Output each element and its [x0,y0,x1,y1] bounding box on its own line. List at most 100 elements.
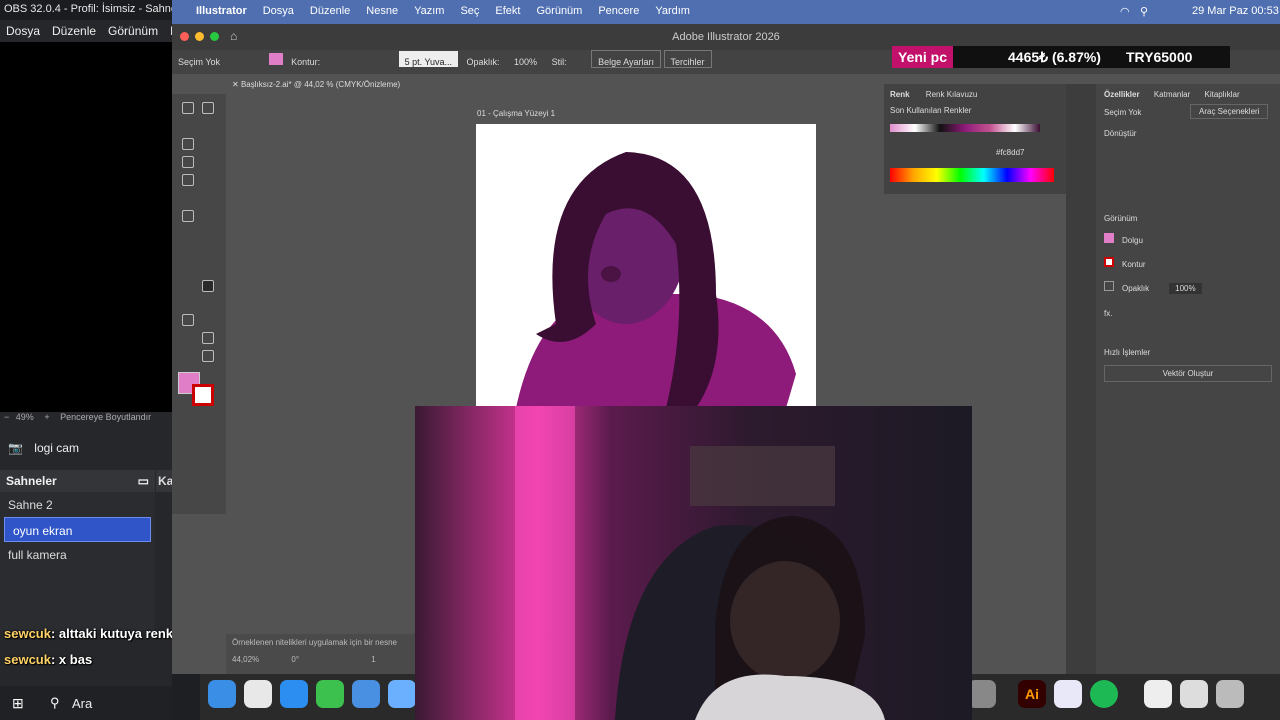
tools-panel [172,94,226,514]
obs-menu-file[interactable]: Dosya [0,20,46,38]
illustrator-icon[interactable]: Ai [1018,680,1046,708]
app-menu[interactable]: Illustrator [188,0,255,17]
messages-icon[interactable] [316,680,344,708]
menu-type[interactable]: Yazım [406,0,452,17]
obs-menu-more[interactable]: P [164,20,172,38]
direct-selection-tool-icon[interactable] [202,102,214,114]
zoom-in-button[interactable]: + [36,412,57,422]
chat-user: sewcuk [4,626,51,641]
scene-item-selected[interactable]: oyun ekran [4,517,151,542]
hand-tool-icon[interactable] [202,332,214,344]
eyedropper-tool-icon[interactable] [202,280,214,292]
app-store-icon[interactable] [388,680,416,708]
document-icon[interactable] [1144,680,1172,708]
finder-icon[interactable] [208,680,236,708]
menu-select[interactable]: Seç [452,0,487,17]
preferences-button[interactable]: Tercihler [663,50,712,68]
selection-tool-icon[interactable] [182,102,194,114]
clock: 29 Mar Paz 00:53 [1192,5,1279,17]
obs-source-item[interactable]: 📷 logi cam [0,436,172,460]
artboard[interactable] [476,124,816,408]
zoom-window-button[interactable] [210,32,219,41]
trash-icon[interactable] [1216,680,1244,708]
app-icon[interactable] [1054,680,1082,708]
hex-text: fc8dd7 [1000,148,1025,157]
windows-start-icon[interactable]: ⊞ [12,695,24,712]
obs-window: OBS 32.0.4 - Profil: İsimsiz - Sahneler … [0,0,172,720]
menu-view[interactable]: Görünüm [528,0,590,17]
graph-tool-icon[interactable] [182,314,194,326]
color-panel: Renk Renk Kılavuzu Son Kullanılan Renkle… [884,84,1066,194]
status-page[interactable]: 1 [371,655,375,664]
document-settings-button[interactable]: Belge Ayarları [591,50,661,68]
tool-options-button[interactable]: Araç Seçenekleri [1190,104,1269,119]
menu-help[interactable]: Yardım [647,0,698,17]
recent-colors-label: Son Kullanılan Renkler [890,106,972,115]
apple-icon[interactable] [172,9,188,14]
stroke-color-swatch[interactable] [192,384,214,406]
mail-icon[interactable] [352,680,380,708]
settings-icon[interactable] [968,680,996,708]
status-zoom[interactable]: 44,02% [232,655,259,664]
fill-label: Dolgu [1122,236,1143,245]
tab-libraries[interactable]: Kitaplıklar [1205,90,1240,99]
tab-color-guide[interactable]: Renk Kılavuzu [926,90,978,99]
launchpad-icon[interactable] [244,680,272,708]
taskbar-search-label[interactable]: Ara [72,696,92,711]
zoom-fit-button[interactable]: Pencereye Boyutlandır [60,412,151,422]
transform-heading: Dönüştür [1104,129,1137,138]
zoom-tool-icon[interactable] [202,350,214,362]
opacity-value[interactable]: 100% [1169,283,1202,294]
close-tab-icon[interactable]: ✕ [232,80,241,89]
zoom-level: 49% [15,412,34,422]
style-label: Stil: [551,57,567,67]
vectorize-button[interactable]: Vektör Oluştur [1104,365,1272,382]
search-icon[interactable]: ⚲ [1132,0,1156,18]
zoom-out-button[interactable]: − [0,412,13,422]
brush-select[interactable]: 5 pt. Yuva... [398,51,458,67]
menu-edit[interactable]: Düzenle [302,0,358,17]
color-spectrum[interactable] [890,168,1054,182]
opacity-label: Opaklık: [466,57,500,67]
home-icon[interactable]: ⌂ [230,29,237,43]
chat-text: : x bas [50,652,93,667]
pen-tool-icon[interactable] [182,138,194,150]
tab-color[interactable]: Renk [890,90,910,99]
stroke-label: Kontur [1122,260,1146,269]
opacity-value[interactable]: 100% [508,51,543,67]
scene-item[interactable]: Sahne 2 [0,492,155,517]
minimize-window-button[interactable] [195,32,204,41]
folder-icon[interactable] [1180,680,1208,708]
safari-icon[interactable] [280,680,308,708]
rotate-tool-icon[interactable] [182,210,194,222]
menu-effect[interactable]: Efekt [487,0,528,17]
rectangle-tool-icon[interactable] [182,174,194,186]
stroke-swatch[interactable] [1104,257,1114,267]
type-tool-icon[interactable] [182,156,194,168]
document-tab-label: Başlıksız-2.ai* @ 44,02 % (CMYK/Önizleme… [240,80,401,89]
search-icon[interactable]: ⚲ [50,695,60,711]
scene-item[interactable]: full kamera [0,542,155,567]
fill-swatch[interactable] [1104,233,1114,243]
status-angle[interactable]: 0° [291,655,299,664]
camera-icon: 📷 [8,441,23,455]
obs-menu-view[interactable]: Görünüm [102,20,164,38]
spotify-icon[interactable] [1090,680,1118,708]
tab-layers[interactable]: Katmanlar [1154,90,1190,99]
document-tab[interactable]: ✕ Başlıksız-2.ai* @ 44,02 % (CMYK/Önizle… [228,76,428,94]
dock-undock-icon[interactable]: ▭ [138,474,149,488]
status-bar: Örneklenen nitelikleri uygulamak için bi… [226,634,416,674]
selection-status: Seçim Yok [178,57,221,67]
menu-file[interactable]: Dosya [255,0,302,17]
hex-value[interactable]: #fc8dd7 [996,148,1024,157]
menu-window[interactable]: Pencere [590,0,647,17]
recent-swatches[interactable] [890,124,1040,132]
fill-swatch[interactable] [268,53,283,65]
chat-message: sewcuk: alttaki kutuya renk koy [4,626,199,641]
tab-properties[interactable]: Özellikler [1104,90,1140,99]
close-window-button[interactable] [180,32,189,41]
obs-preview [0,42,172,412]
obs-menu-edit[interactable]: Düzenle [46,20,102,38]
fx-button[interactable]: fx. [1096,299,1280,328]
menu-object[interactable]: Nesne [358,0,406,17]
